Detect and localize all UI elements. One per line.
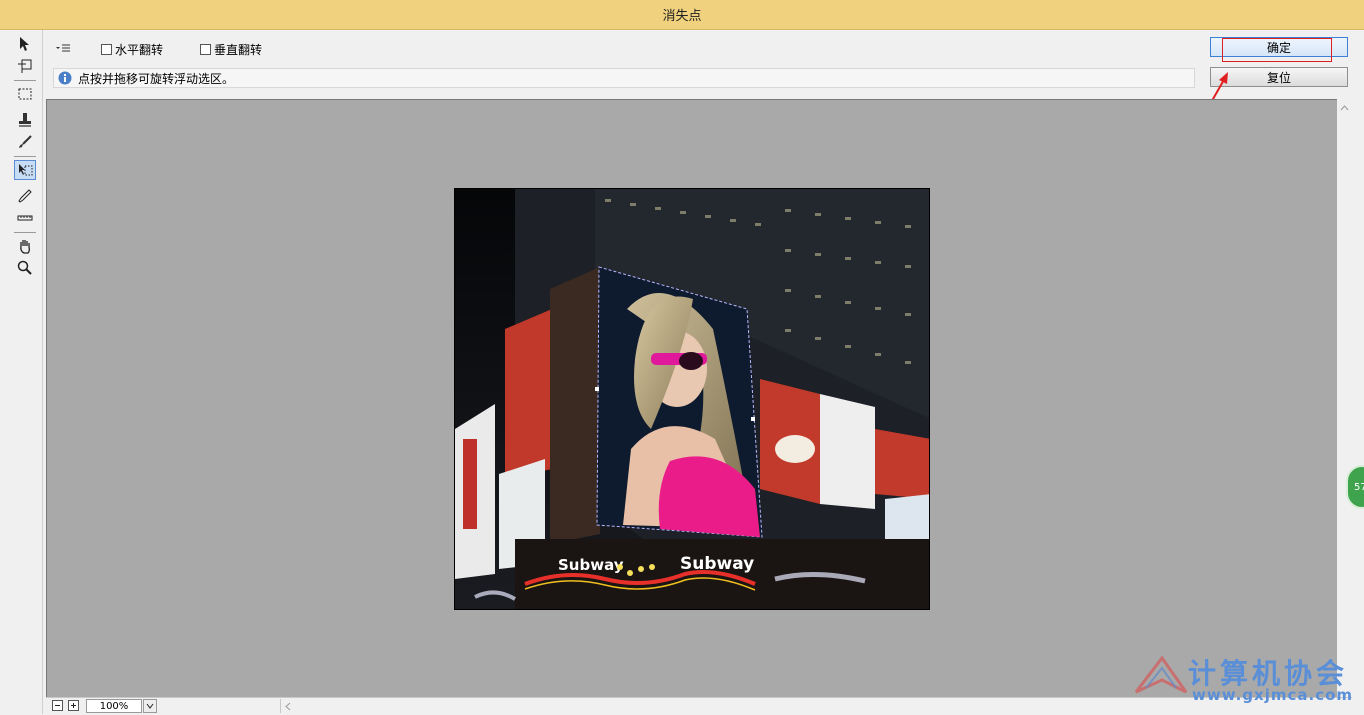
watermark-url: www.gxjmca.com — [1192, 686, 1354, 704]
sign-right: Subway — [680, 554, 754, 574]
zoom-tool-icon[interactable] — [14, 258, 36, 278]
info-text: 点按并拖移可旋转浮动选区。 — [78, 71, 235, 86]
edit-plane-tool-icon[interactable] — [14, 34, 36, 54]
sign-left: Subway — [558, 556, 624, 574]
transform-tool-icon[interactable] — [14, 160, 36, 180]
zoom-out-button[interactable] — [52, 700, 63, 711]
scroll-up-icon[interactable] — [1340, 105, 1349, 111]
brush-tool-icon[interactable] — [14, 132, 36, 152]
watermark-logo — [1134, 655, 1188, 694]
badge-text: 57 — [1354, 481, 1364, 493]
window-title: 消失点 — [662, 9, 702, 24]
tool-panel — [10, 30, 43, 714]
stamp-tool-icon[interactable] — [14, 110, 36, 130]
options-bar: 水平翻转 垂直翻转 点按并拖移可旋转浮动选区。 — [46, 30, 1206, 96]
checkbox-box[interactable] — [200, 44, 211, 55]
zoom-bar: 100% — [46, 697, 1352, 715]
eyedropper-tool-icon[interactable] — [14, 186, 36, 206]
window-titlebar: 消失点 — [0, 0, 1364, 30]
chevron-down-icon — [146, 703, 154, 709]
scroll-left-icon[interactable] — [285, 702, 291, 711]
photo-preview[interactable]: Subway Subway — [454, 188, 930, 610]
zoom-field[interactable]: 100% — [86, 699, 142, 713]
vertical-scrollbar[interactable] — [1337, 99, 1352, 697]
horizontal-scrollbar[interactable] — [280, 699, 1351, 713]
flip-vertical-checkbox[interactable]: 垂直翻转 — [200, 41, 262, 58]
marquee-tool-icon[interactable] — [14, 84, 36, 104]
zoom-dropdown[interactable] — [143, 699, 157, 713]
create-plane-tool-icon[interactable] — [14, 56, 36, 76]
zoom-value: 100% — [99, 700, 129, 712]
zoom-in-button[interactable] — [68, 700, 79, 711]
info-bar: 点按并拖移可旋转浮动选区。 — [53, 68, 1195, 88]
panel-menu-button[interactable] — [54, 40, 72, 56]
measure-tool-icon[interactable] — [14, 208, 36, 228]
annotation-highlight-box — [1222, 38, 1332, 62]
flip-horizontal-checkbox[interactable]: 水平翻转 — [101, 41, 163, 58]
side-badge[interactable]: 57 — [1346, 465, 1364, 509]
hand-tool-icon[interactable] — [14, 236, 36, 256]
reset-button-label: 复位 — [1266, 70, 1291, 85]
photo-scene: Subway Subway — [455, 189, 929, 609]
minus-icon — [55, 705, 60, 706]
checkbox-box[interactable] — [101, 44, 112, 55]
plus-icon — [71, 703, 76, 708]
info-icon — [58, 71, 72, 85]
flip-horizontal-label: 水平翻转 — [115, 43, 164, 57]
flip-vertical-label: 垂直翻转 — [214, 43, 263, 57]
